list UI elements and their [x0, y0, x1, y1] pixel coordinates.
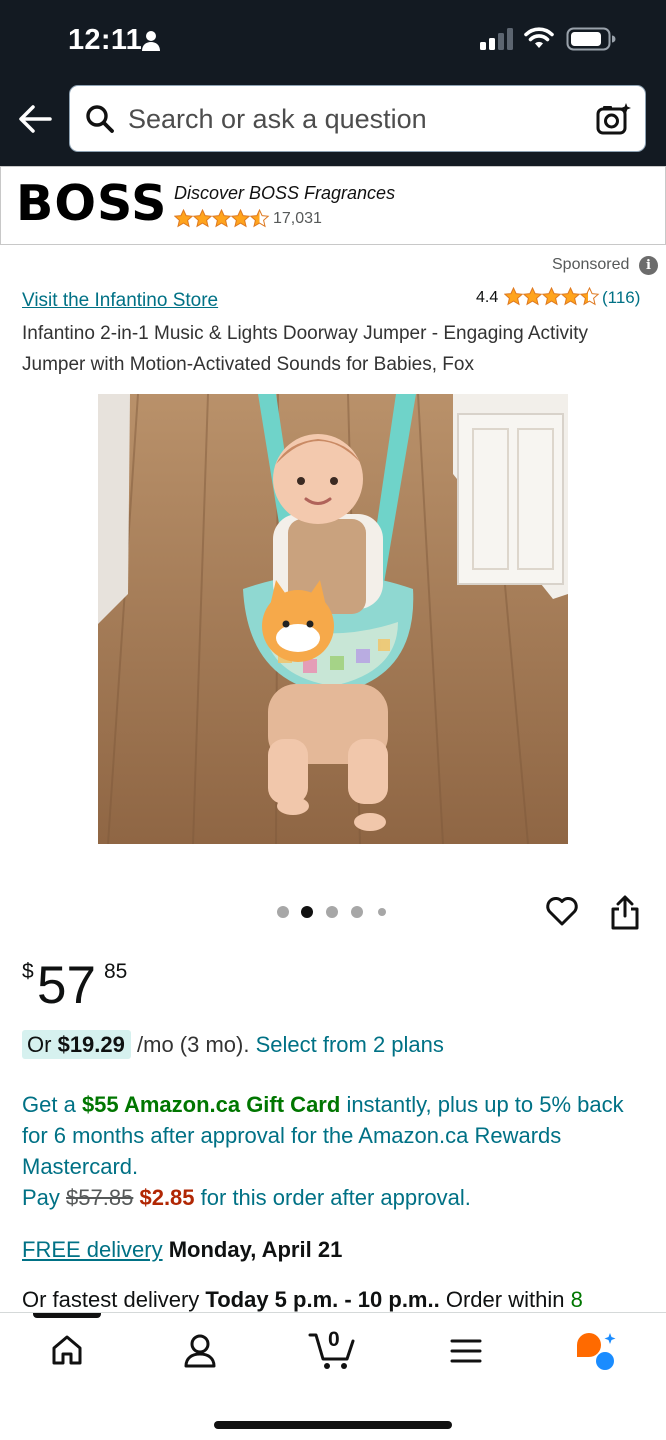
promo-get-a: Get a [22, 1092, 76, 1117]
installment-offer: Or $19.29 /mo (3 mo). Select from 2 plan… [22, 1030, 444, 1059]
heart-icon[interactable] [545, 895, 579, 927]
installment-prefix: Or [27, 1032, 52, 1057]
rufus-icon[interactable] [575, 1331, 619, 1371]
bottom-nav: 0 [0, 1312, 666, 1440]
promo-old-price: $57.85 [66, 1185, 134, 1210]
home-icon[interactable] [50, 1333, 84, 1367]
menu-icon[interactable] [450, 1337, 482, 1365]
delivery-date: Monday, April 21 [168, 1237, 343, 1262]
installment-term: /mo (3 mo). [137, 1032, 250, 1057]
promo-tail: for this order after approval. [200, 1185, 471, 1210]
price-whole: 57 [37, 956, 96, 1015]
carousel-dot[interactable] [351, 906, 363, 918]
order-within: Order within [445, 1287, 565, 1312]
back-arrow-icon[interactable] [18, 104, 52, 134]
info-icon[interactable]: i [639, 256, 658, 275]
search-icon [86, 105, 114, 133]
sponsored-label: Sponsored [552, 256, 630, 273]
ad-rating-stars [174, 209, 269, 227]
status-time: 12:11 [68, 24, 143, 56]
carousel-dot[interactable] [277, 906, 289, 918]
store-link[interactable]: Visit the Infantino Store [22, 290, 218, 312]
price-fraction: 85 [104, 960, 128, 983]
wifi-icon [524, 27, 554, 48]
product-page: 12:11 Search or ask a question BOSS Disc… [0, 0, 666, 1440]
cart-count: 0 [328, 1328, 340, 1351]
installment-amount: $19.29 [57, 1032, 125, 1057]
fastest-prefix: Or fastest delivery [22, 1287, 200, 1312]
fastest-delivery-info: Or fastest delivery Today 5 p.m. - 10 p.… [22, 1287, 666, 1313]
sponsored-brand-banner[interactable]: BOSS Discover BOSS Fragrances 17,031 [0, 166, 666, 245]
brand-logo: BOSS [16, 175, 168, 232]
search-bar[interactable] [69, 85, 646, 152]
carousel-dot[interactable] [378, 908, 386, 916]
account-icon[interactable] [183, 1333, 217, 1369]
credit-card-promo[interactable]: Get a $55 Amazon.ca Gift Card instantly,… [22, 1089, 652, 1213]
free-delivery-link[interactable]: FREE delivery [22, 1237, 163, 1262]
rating-value: 4.4 [476, 289, 499, 306]
camera-search-icon[interactable] [596, 101, 632, 137]
promo-gift-card: $55 Amazon.ca Gift Card [81, 1092, 341, 1117]
share-icon[interactable] [610, 895, 640, 931]
fastest-window: Today 5 p.m. - 10 p.m.. [205, 1287, 440, 1312]
promo-new-price: $2.85 [139, 1185, 195, 1210]
battery-icon [566, 27, 616, 51]
product-title: Infantino 2-in-1 Music & Lights Doorway … [22, 323, 589, 375]
select-plans-link[interactable]: Select from 2 plans [256, 1032, 444, 1057]
installment-badge: Or $19.29 [22, 1030, 131, 1059]
ad-tagline[interactable]: Discover BOSS Fragrances [174, 183, 395, 204]
promo-pay: Pay [22, 1185, 60, 1210]
product-image[interactable] [98, 394, 568, 844]
ad-rating-count: 17,031 [273, 210, 322, 227]
order-countdown: 8 [570, 1287, 583, 1312]
search-input[interactable] [128, 100, 568, 138]
home-indicator [214, 1421, 452, 1429]
review-count-link[interactable]: (116) [602, 288, 640, 308]
active-tab-indicator [33, 1313, 101, 1318]
cart-button[interactable]: 0 [308, 1327, 358, 1371]
price-symbol: $ [22, 960, 34, 983]
header: 12:11 [0, 0, 666, 167]
carousel-dot-active[interactable] [301, 906, 313, 918]
person-icon [142, 31, 160, 51]
signal-icon [480, 28, 513, 50]
delivery-info: FREE delivery Monday, April 21 [22, 1237, 342, 1263]
carousel-dot[interactable] [326, 906, 338, 918]
rating-stars [504, 287, 599, 305]
